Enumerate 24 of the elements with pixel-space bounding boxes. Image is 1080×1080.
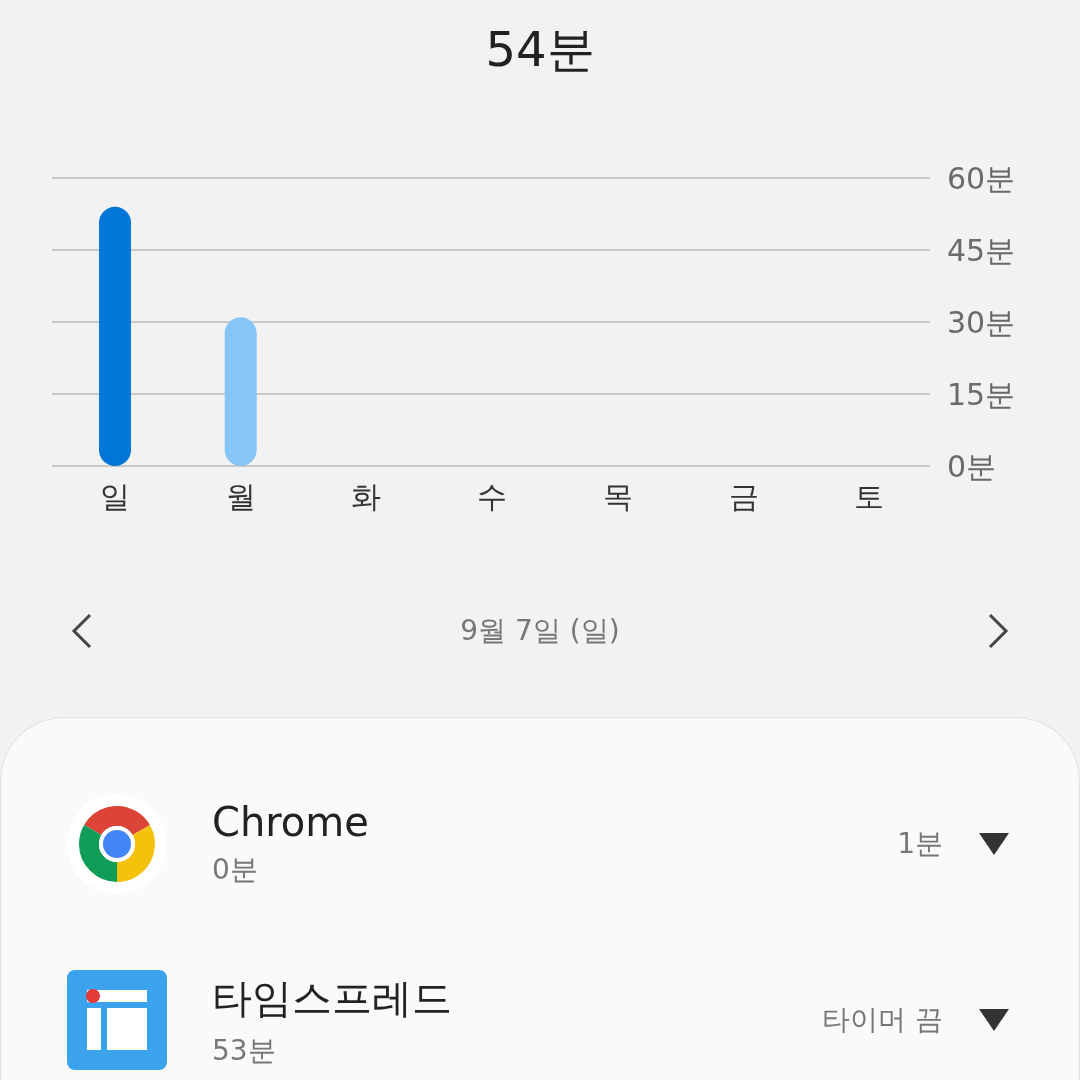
day-label: 월 — [225, 479, 256, 514]
usage-time: 0분 — [212, 852, 259, 888]
bar[interactable] — [99, 206, 131, 466]
usage-time: 53분 — [212, 1032, 277, 1069]
day-label: 화 — [351, 479, 382, 514]
day-label: 금 — [728, 479, 759, 514]
axis-label: 30분 — [947, 305, 1016, 340]
day-label: 일 — [100, 479, 130, 514]
layout-icon[interactable] — [67, 970, 167, 1070]
axis-label: 15분 — [947, 377, 1016, 412]
day-label: 목 — [602, 479, 633, 514]
day-label: 수 — [477, 479, 508, 514]
axis-label: 45분 — [947, 233, 1016, 268]
timer-label[interactable]: 1분 — [897, 825, 943, 863]
axis-label: 60분 — [947, 161, 1016, 196]
total-time: 54분 — [485, 20, 595, 79]
axis-label: 0분 — [947, 449, 997, 484]
app-name[interactable]: 타임스프레드 — [212, 970, 823, 1026]
day-label: 토 — [854, 479, 885, 514]
dropdown-icon[interactable] — [979, 1009, 1009, 1031]
date-label: 9월 7일 (일) — [460, 612, 620, 649]
timer-label[interactable]: 타이머 끔 — [822, 1001, 943, 1039]
dropdown-icon[interactable] — [979, 833, 1009, 855]
app-name[interactable]: Chrome — [212, 799, 898, 845]
